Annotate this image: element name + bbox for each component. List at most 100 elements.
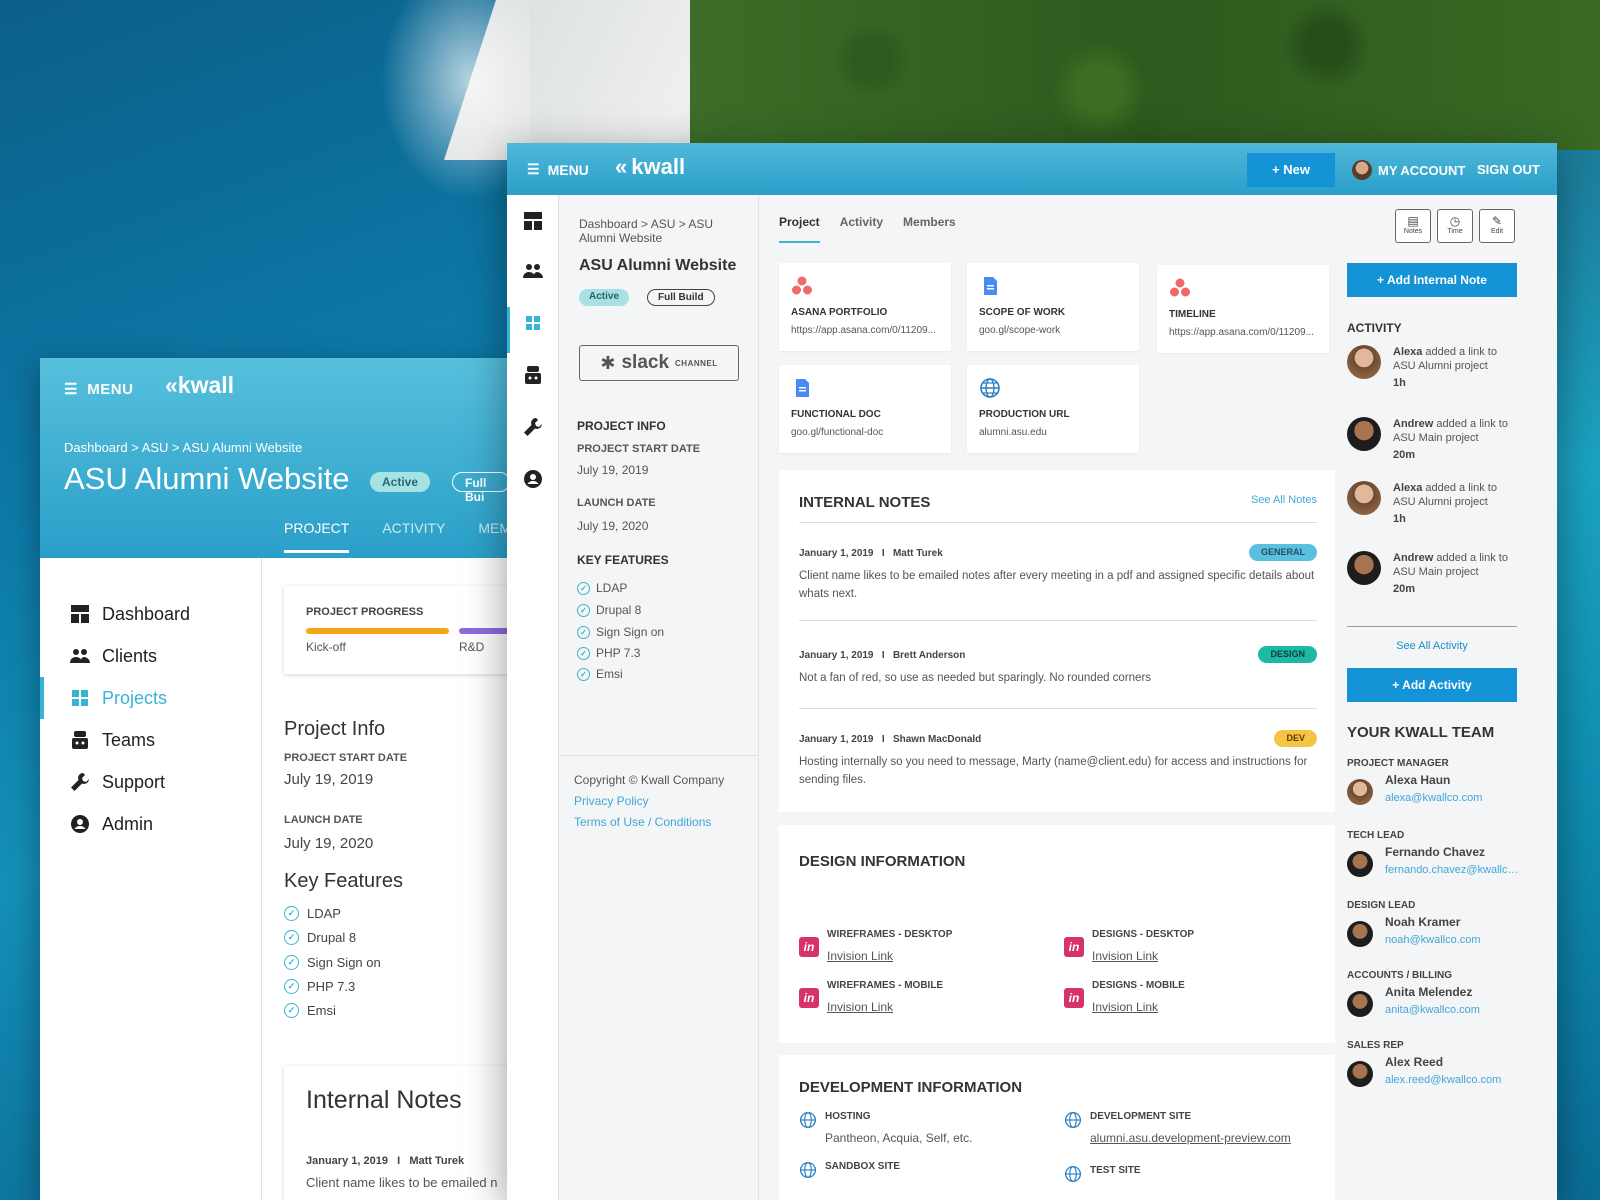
kwall-logo-icon: « — [615, 154, 628, 179]
sidebar-item-projects[interactable]: Projects — [40, 677, 261, 719]
sign-out-button[interactable]: SIGN OUT — [1477, 162, 1540, 177]
back-menu-button[interactable]: ☰ MENU — [64, 380, 133, 398]
new-button[interactable]: + New — [1247, 153, 1335, 187]
note-text: Client name likes to be emailed notes af… — [799, 570, 1315, 600]
team-member-name: Alex Reed — [1385, 1055, 1444, 1069]
team-role: ACCOUNTS / BILLING — [1347, 970, 1452, 981]
note-meta: January 1, 2019 I Matt Turek — [799, 548, 943, 559]
projects-icon[interactable] — [523, 313, 543, 333]
avatar — [1347, 1061, 1373, 1087]
sidebar-item-teams[interactable]: Teams — [40, 719, 261, 761]
tab-project[interactable]: PROJECT — [284, 520, 350, 553]
team-member-email[interactable]: alexa@kwallco.com — [1385, 792, 1520, 804]
link-name: FUNCTIONAL DOC — [791, 409, 881, 420]
tab-members[interactable]: Members — [903, 215, 956, 243]
feature-label: PHP 7.3 — [307, 979, 356, 994]
link-card-functional-doc[interactable]: FUNCTIONAL DOC goo.gl/functional-doc — [779, 365, 951, 453]
team-member-email[interactable]: fernando.chavez@kwallco.com — [1385, 864, 1520, 876]
add-activity-button[interactable]: + Add Activity — [1347, 668, 1517, 702]
tab-project[interactable]: Project — [779, 215, 820, 243]
check-icon: ✓ — [577, 646, 590, 660]
breadcrumb[interactable]: Dashboard > ASU > ASU Alumni Website — [64, 440, 302, 455]
invision-link[interactable]: Invision Link — [827, 1000, 943, 1014]
feature-item: ✓ LDAP — [284, 906, 341, 921]
my-account-button[interactable]: MY ACCOUNT — [1352, 160, 1465, 180]
time-button[interactable]: ◷ Time — [1437, 209, 1473, 243]
kwall-logo[interactable]: «kwall — [615, 154, 685, 180]
activity-user: Alexa — [1393, 482, 1423, 494]
admin-icon[interactable] — [523, 469, 543, 489]
dev-item: HOSTING Pantheon, Acquia, Self, etc. — [799, 1111, 972, 1145]
team-member: Noah Kramer noah@kwallco.com — [1347, 915, 1527, 947]
design-item: in WIREFRAMES - MOBILE Invision Link — [799, 980, 943, 1014]
sidebar-item-support[interactable]: Support — [40, 761, 261, 803]
note-item: January 1, 2019 I Matt Turek GENERAL Cli… — [799, 544, 1317, 603]
dev-item-value: Pantheon, Acquia, Self, etc. — [825, 1131, 973, 1145]
terms-link[interactable]: Terms of Use / Conditions — [574, 815, 711, 829]
globe-icon — [980, 378, 1000, 398]
privacy-policy-link[interactable]: Privacy Policy — [574, 794, 649, 808]
logo-text: kwall — [177, 372, 235, 398]
copyright-text: Copyright © Kwall Company — [574, 773, 725, 787]
note-item: January 1, 2019 I Brett Anderson DESIGN … — [799, 646, 1317, 687]
invision-link[interactable]: Invision Link — [827, 949, 952, 963]
tab-members[interactable]: MEM — [478, 520, 510, 553]
progress-bar-rnd — [459, 628, 510, 634]
add-internal-note-button[interactable]: + Add Internal Note — [1347, 263, 1517, 297]
feature-item: ✓ PHP 7.3 — [284, 979, 355, 994]
notes-heading: Internal Notes — [306, 1086, 462, 1114]
feature-item: ✓ Emsi — [284, 1003, 336, 1018]
note-text: Not a fan of red, so use as needed but s… — [799, 672, 1152, 684]
design-information-card: DESIGN INFORMATION in WIREFRAMES - DESKTO… — [779, 825, 1335, 1043]
sidebar-item-admin[interactable]: Admin — [40, 803, 261, 845]
development-site-link[interactable]: alumni.asu.development-preview.com — [1090, 1131, 1291, 1145]
team-member-email[interactable]: alex.reed@kwallco.com — [1385, 1074, 1520, 1086]
teams-icon[interactable] — [523, 365, 543, 385]
back-window: ☰ MENU «kwall Dashboard > ASU > ASU Alum… — [40, 358, 510, 1200]
activity-user: Alexa — [1393, 346, 1423, 358]
team-member-email[interactable]: noah@kwallco.com — [1385, 934, 1520, 946]
dashboard-icon[interactable] — [523, 211, 543, 231]
link-card-scope-of-work[interactable]: SCOPE OF WORK goo.gl/scope-work — [967, 263, 1139, 351]
activity-time: 1h — [1393, 513, 1406, 525]
sidebar-item-dashboard[interactable]: Dashboard — [40, 593, 261, 635]
invision-link[interactable]: Invision Link — [1092, 1000, 1185, 1014]
menu-button[interactable]: ☰ MENU — [527, 161, 589, 178]
avatar — [1347, 417, 1381, 451]
menu-label: MENU — [547, 161, 589, 178]
link-card-timeline[interactable]: TIMELINE https://app.asana.com/0/11209..… — [1157, 265, 1329, 353]
activity-item: Alexa added a link to ASU Alumni project… — [1347, 345, 1517, 389]
back-logo[interactable]: «kwall — [165, 372, 234, 399]
team-member: Alex Reed alex.reed@kwallco.com — [1347, 1055, 1527, 1087]
sidebar-item-label: Admin — [102, 813, 154, 834]
edit-button[interactable]: ✎ Edit — [1479, 209, 1515, 243]
see-all-notes-link[interactable]: See All Notes — [1251, 494, 1317, 506]
note-meta: January 1, 2019 I Shawn MacDonald — [799, 734, 982, 745]
account-label: MY ACCOUNT — [1378, 162, 1466, 178]
activity-heading: ACTIVITY — [1347, 321, 1402, 335]
breadcrumb[interactable]: Dashboard > ASU > ASU Alumni Website — [579, 217, 719, 245]
stage-kickoff: Kick-off — [306, 640, 346, 654]
back-header: ☰ MENU «kwall Dashboard > ASU > ASU Alum… — [40, 358, 510, 558]
divider — [799, 708, 1317, 709]
clients-icon[interactable] — [523, 261, 543, 281]
see-all-activity-link[interactable]: See All Activity — [1347, 640, 1517, 652]
wrench-icon — [71, 773, 89, 791]
sidebar-item-label: Dashboard — [102, 603, 191, 624]
wrench-icon[interactable] — [523, 417, 543, 437]
link-card-asana-portfolio[interactable]: ASANA PORTFOLIO https://app.asana.com/0/… — [779, 263, 951, 351]
team-member-email[interactable]: anita@kwallco.com — [1385, 1004, 1520, 1016]
tab-activity[interactable]: Activity — [840, 215, 883, 243]
globe-icon — [799, 1161, 817, 1179]
dev-item-title: SANDBOX SITE — [825, 1161, 901, 1172]
tab-activity[interactable]: ACTIVITY — [382, 520, 445, 553]
divider — [799, 522, 1317, 523]
design-item-title: DESIGNS - MOBILE — [1092, 980, 1185, 991]
background-sea — [1555, 150, 1600, 1200]
invision-link[interactable]: Invision Link — [1092, 949, 1194, 963]
invision-icon: in — [1064, 937, 1084, 957]
slack-channel-button[interactable]: ✱ slack CHANNEL — [579, 345, 739, 381]
link-card-production-url[interactable]: PRODUCTION URL alumni.asu.edu — [967, 365, 1139, 453]
notes-button[interactable]: ▤ Notes — [1395, 209, 1431, 243]
sidebar-item-clients[interactable]: Clients — [40, 635, 261, 677]
